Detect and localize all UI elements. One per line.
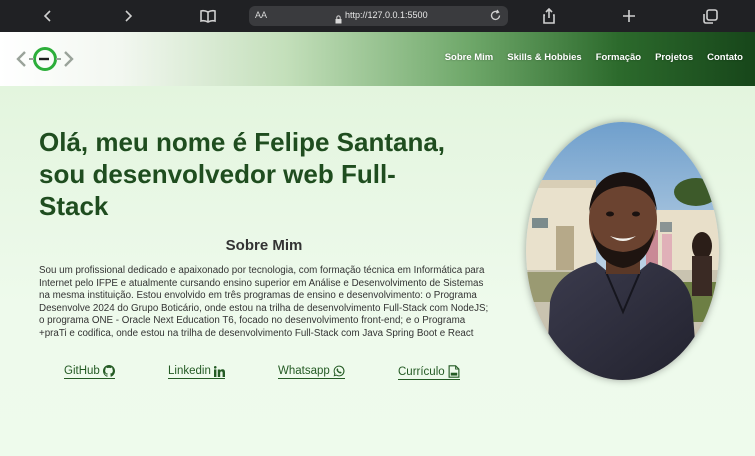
text-size-button[interactable]: AA	[255, 10, 267, 20]
reader-book-icon[interactable]	[198, 6, 218, 26]
linkedin-link-label: Linkedin	[168, 365, 211, 377]
main-section: Olá, meu nome é Felipe Santana, sou dese…	[0, 86, 755, 456]
curriculo-link[interactable]: Currículo	[398, 365, 460, 380]
curriculo-link-label: Currículo	[398, 365, 445, 378]
github-link-label: GitHub	[64, 365, 100, 377]
nav-projetos[interactable]: Projetos	[655, 52, 693, 63]
linkedin-link[interactable]: Linkedin	[168, 365, 225, 379]
social-links: GitHub Linkedin Whatsapp Currículo	[0, 365, 520, 385]
new-tab-icon[interactable]	[619, 6, 639, 26]
headline-line-1: Olá, meu nome é Felipe Santana,	[39, 127, 446, 157]
url-text: http://127.0.0.1:5500	[345, 10, 428, 20]
headline-line-2: sou desenvolvedor web Full-	[39, 159, 396, 189]
address-bar[interactable]: AA http://127.0.0.1:5500	[249, 6, 508, 26]
whatsapp-icon	[333, 365, 345, 377]
site-header: Sobre Mim Skills & Hobbies Formação Proj…	[0, 32, 755, 86]
profile-photo	[526, 122, 719, 380]
lock-icon	[335, 11, 342, 29]
headline-line-3: Stack	[39, 191, 109, 221]
github-icon	[102, 365, 115, 377]
nav-sobre-mim[interactable]: Sobre Mim	[445, 52, 494, 63]
forward-icon[interactable]	[118, 6, 138, 26]
back-icon[interactable]	[38, 6, 58, 26]
github-link[interactable]: GitHub	[64, 365, 115, 379]
nav-formacao[interactable]: Formação	[596, 52, 641, 63]
tabs-overview-icon[interactable]	[700, 6, 720, 26]
pdf-file-icon	[448, 365, 460, 378]
browser-toolbar: AA http://127.0.0.1:5500	[0, 0, 755, 32]
about-title: Sobre Mim	[225, 237, 303, 254]
reload-icon[interactable]	[489, 9, 502, 27]
logo-icon[interactable]	[16, 44, 74, 74]
linkedin-icon	[213, 365, 225, 377]
whatsapp-link[interactable]: Whatsapp	[278, 365, 345, 379]
nav-skills-hobbies[interactable]: Skills & Hobbies	[507, 52, 581, 63]
whatsapp-link-label: Whatsapp	[278, 365, 330, 377]
nav-contato[interactable]: Contato	[707, 52, 743, 63]
about-text: Sou um profissional dedicado e apaixonad…	[39, 265, 489, 339]
share-icon[interactable]	[539, 6, 559, 26]
main-nav: Sobre Mim Skills & Hobbies Formação Proj…	[445, 52, 743, 63]
hero-headline: Olá, meu nome é Felipe Santana, sou dese…	[39, 126, 509, 222]
